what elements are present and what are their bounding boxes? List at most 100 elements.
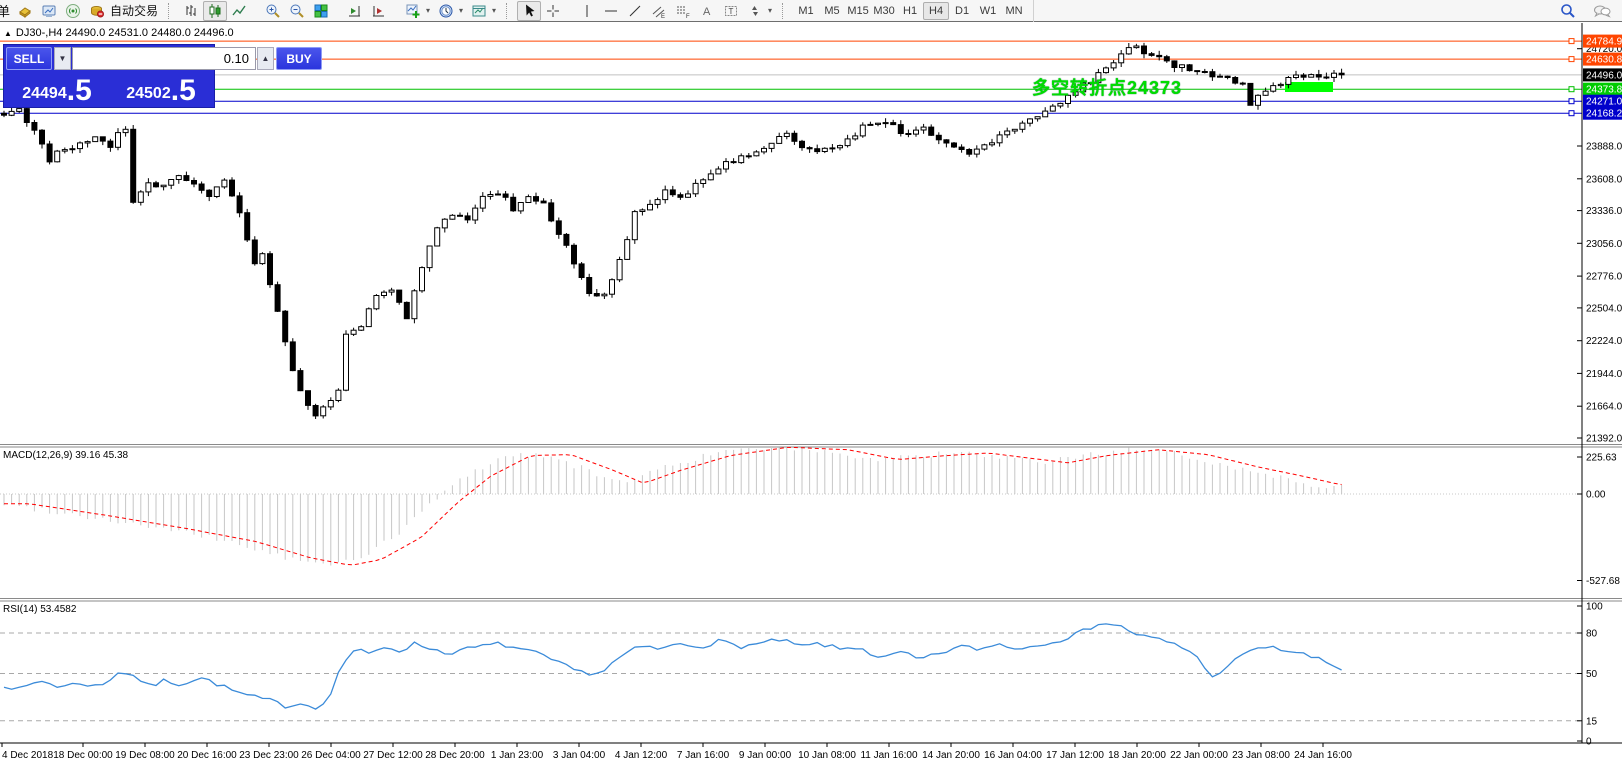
price-level-badge[interactable]: 24630.8 (1583, 52, 1622, 66)
volume-increase-button[interactable]: ▲ (257, 47, 274, 70)
svg-text:22776.0: 22776.0 (1586, 272, 1622, 283)
candlestick-chart-icon[interactable] (203, 0, 228, 21)
svg-text:0.00: 0.00 (1586, 490, 1606, 501)
svg-text:26 Dec 04:00: 26 Dec 04:00 (301, 750, 361, 761)
timeframe-m15[interactable]: M15 (845, 2, 871, 20)
svg-text:23056.0: 23056.0 (1586, 239, 1622, 250)
svg-text:10 Jan 08:00: 10 Jan 08:00 (798, 750, 856, 761)
svg-text:E: E (661, 14, 665, 19)
price-level-badge[interactable]: 24784.9 (1583, 34, 1622, 48)
zoom-out-icon[interactable] (285, 1, 309, 21)
svg-text:22224.0: 22224.0 (1586, 336, 1622, 347)
timeframe-h1[interactable]: H1 (897, 2, 923, 20)
chart-shift-icon[interactable] (343, 1, 367, 21)
toolbar-grip (168, 2, 175, 19)
svg-text:19 Dec 08:00: 19 Dec 08:00 (115, 750, 175, 761)
toolbar-grip (506, 2, 513, 19)
buy-price[interactable]: 24502.5 (110, 71, 212, 106)
auto-scroll-icon[interactable] (367, 1, 391, 21)
vertical-line-icon[interactable] (575, 1, 599, 21)
volume-input[interactable] (72, 47, 256, 70)
svg-text:24630.8: 24630.8 (1586, 55, 1622, 66)
buy-button[interactable]: BUY (276, 47, 322, 70)
svg-text:17 Jan 12:00: 17 Jan 12:00 (1046, 750, 1104, 761)
svg-text:1 Jan 23:00: 1 Jan 23:00 (491, 750, 544, 761)
rsi-line (3, 623, 1342, 710)
price-level-badge[interactable]: 24373.8 (1583, 82, 1622, 96)
crosshair-icon[interactable] (541, 1, 565, 21)
macd-pane (0, 447, 1582, 566)
svg-text:11 Jan 16:00: 11 Jan 16:00 (860, 750, 918, 761)
templates-dropdown-caret[interactable]: ▾ (492, 6, 500, 15)
svg-text:18 Jan 20:00: 18 Jan 20:00 (1108, 750, 1166, 761)
timeframe-m1[interactable]: M1 (793, 2, 819, 20)
fibonacci-icon[interactable]: F (671, 1, 695, 21)
chat-icon[interactable] (1590, 1, 1614, 21)
svg-text:21664.0: 21664.0 (1586, 402, 1622, 413)
arrows-icon[interactable] (743, 1, 767, 21)
bar-chart-icon[interactable] (179, 1, 203, 21)
svg-text:24271.0: 24271.0 (1586, 97, 1622, 108)
tile-windows-icon[interactable] (309, 1, 333, 21)
svg-text:22 Jan 00:00: 22 Jan 00:00 (1170, 750, 1228, 761)
sell-button[interactable]: SELL (6, 47, 52, 70)
svg-text:24784.9: 24784.9 (1586, 37, 1622, 48)
volume-decrease-button[interactable]: ▼ (54, 47, 71, 70)
zoom-in-icon[interactable] (261, 1, 285, 21)
periods-icon[interactable] (434, 1, 458, 21)
chart-canvas[interactable]: 24720.023888.023608.023336.023056.022776… (0, 23, 1622, 772)
svg-text:16 Jan 04:00: 16 Jan 04:00 (984, 750, 1042, 761)
macd-signal-line (4, 447, 1342, 566)
text-icon[interactable]: A (695, 1, 719, 21)
svg-text:24373.8: 24373.8 (1586, 85, 1622, 96)
gold-ingot-icon[interactable] (13, 1, 37, 21)
cursor-icon[interactable] (517, 0, 542, 21)
timeframe-mn[interactable]: MN (1001, 2, 1027, 20)
line-chart-icon[interactable] (227, 1, 251, 21)
trendline-icon[interactable] (623, 1, 647, 21)
horizontal-line-icon[interactable] (599, 1, 623, 21)
new-order-button-fragment[interactable]: 单 (0, 1, 13, 20)
timeframe-m30[interactable]: M30 (871, 2, 897, 20)
green-zone-rectangle[interactable] (1285, 82, 1333, 92)
price-level-badge[interactable]: 24271.0 (1583, 94, 1622, 108)
svg-text:23608.0: 23608.0 (1586, 174, 1622, 185)
indicators-icon[interactable] (401, 1, 425, 21)
timeframe-m5[interactable]: M5 (819, 2, 845, 20)
svg-text:9 Jan 00:00: 9 Jan 00:00 (739, 750, 792, 761)
svg-text:4 Jan 12:00: 4 Jan 12:00 (615, 750, 668, 761)
sell-price[interactable]: 24494.5 (6, 71, 108, 106)
svg-text:50: 50 (1586, 669, 1598, 680)
periods-dropdown-caret[interactable]: ▾ (459, 6, 467, 15)
templates-icon[interactable] (467, 1, 491, 21)
svg-text:23 Jan 08:00: 23 Jan 08:00 (1232, 750, 1290, 761)
market-watch-icon[interactable] (37, 1, 61, 21)
search-icon[interactable] (1556, 1, 1580, 21)
svg-text:27 Dec 12:00: 27 Dec 12:00 (363, 750, 423, 761)
arrows-dropdown-caret[interactable]: ▾ (768, 6, 776, 15)
autotrading-icon[interactable] (85, 1, 109, 21)
svg-text:F: F (686, 14, 690, 19)
price-level-badge[interactable]: 24168.2 (1583, 106, 1622, 120)
svg-text:225.63: 225.63 (1586, 453, 1617, 464)
timeframe-h4[interactable]: H4 (923, 1, 950, 20)
indicators-dropdown-caret[interactable]: ▾ (426, 6, 434, 15)
price-level-badge[interactable]: 24496.0 (1583, 68, 1622, 82)
svg-text:18 Dec 00:00: 18 Dec 00:00 (53, 750, 113, 761)
symbol-marker-icon: ▲ (4, 28, 12, 38)
text-label-icon[interactable]: T (719, 1, 743, 21)
autotrading-button-label[interactable]: 自动交易 (109, 2, 162, 19)
svg-text:T: T (729, 7, 734, 16)
svg-text:24168.2: 24168.2 (1586, 109, 1622, 120)
equidistant-channel-icon[interactable]: E (647, 1, 671, 21)
time-axis[interactable]: 4 Dec 2018 18 Dec 00:00 19 Dec 08:00 20 Dec… (1, 743, 1352, 761)
svg-text:7 Jan 16:00: 7 Jan 16:00 (677, 750, 730, 761)
main-toolbar: 单 自动交易 ▾ ▾ ▾ E F A T ▾ M1 M5 M15 M30 H1 … (0, 0, 1622, 22)
one-click-trading-panel: SELL ▼ ▲ BUY 24494.5 24502.5 (3, 44, 322, 108)
svg-text:0: 0 (1586, 737, 1592, 748)
timeframe-d1[interactable]: D1 (949, 2, 975, 20)
timeframe-w1[interactable]: W1 (975, 2, 1001, 20)
svg-text:20 Dec 16:00: 20 Dec 16:00 (177, 750, 237, 761)
svg-text:A: A (703, 6, 711, 18)
signals-icon[interactable] (61, 1, 85, 21)
